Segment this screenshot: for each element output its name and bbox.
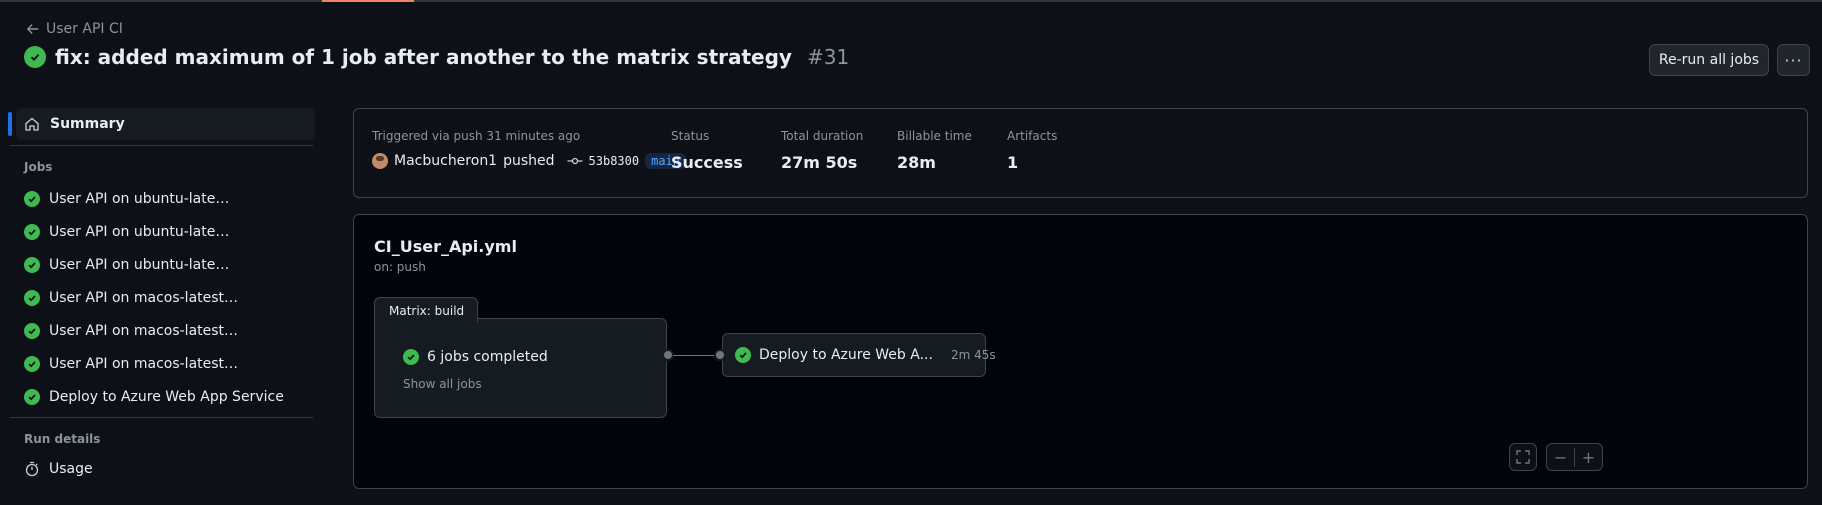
sidebar-job-item[interactable]: User API on macos-latest using Node.js 1… bbox=[10, 281, 313, 314]
success-check-icon bbox=[403, 349, 419, 365]
duration-value: 27m 50s bbox=[781, 153, 858, 172]
run-number: #31 bbox=[806, 45, 850, 69]
sidebar-summary-label: Summary bbox=[50, 116, 125, 132]
success-check-icon bbox=[24, 223, 40, 240]
more-options-button[interactable]: ··· bbox=[1777, 44, 1810, 76]
deploy-job-node[interactable]: Deploy to Azure Web A... 2m 45s bbox=[722, 333, 996, 377]
sidebar: Summary Jobs User API on ubuntu-latest u… bbox=[8, 108, 315, 485]
billable-info: Billable time 28m bbox=[897, 129, 972, 172]
sidebar-job-item[interactable]: User API on ubuntu-latest using Node.js … bbox=[10, 248, 313, 281]
run-details-heading: Run details bbox=[24, 432, 101, 446]
sidebar-job-label: User API on ubuntu-latest using Node.js … bbox=[49, 223, 233, 240]
sidebar-job-label: User API on ubuntu-latest using Node.js … bbox=[49, 256, 233, 273]
arrow-left-icon bbox=[26, 24, 39, 34]
sidebar-job-item[interactable]: User API on macos-latest using Node.js 1… bbox=[10, 347, 313, 380]
avatar[interactable] bbox=[372, 153, 388, 169]
zoom-controls: − + bbox=[1546, 443, 1603, 471]
status-info: Status Success bbox=[671, 129, 743, 172]
matrix-tab: Matrix: build bbox=[374, 297, 478, 323]
trigger-info: Triggered via push 31 minutes ago Macbuc… bbox=[372, 129, 687, 169]
show-all-jobs-link[interactable]: Show all jobs bbox=[403, 377, 482, 391]
stopwatch-icon bbox=[25, 461, 39, 476]
push-action: pushed bbox=[503, 153, 555, 169]
sidebar-item-usage[interactable]: Usage bbox=[10, 452, 313, 485]
deploy-job-label: Deploy to Azure Web A... bbox=[759, 347, 933, 363]
sidebar-job-label: User API on macos-latest using Node.js 1… bbox=[49, 355, 239, 372]
sidebar-job-item[interactable]: Deploy to Azure Web App Service bbox=[10, 380, 313, 413]
jobs-heading: Jobs bbox=[24, 160, 53, 174]
deploy-job-duration: 2m 45s bbox=[950, 348, 996, 362]
fullscreen-button[interactable] bbox=[1509, 443, 1537, 471]
sidebar-job-label: Deploy to Azure Web App Service bbox=[49, 388, 284, 405]
artifacts-label: Artifacts bbox=[1007, 129, 1058, 143]
artifacts-info: Artifacts 1 bbox=[1007, 129, 1057, 172]
sidebar-divider bbox=[10, 417, 313, 418]
top-accent bbox=[322, 0, 414, 2]
matrix-job-group[interactable]: 6 jobs completed Show all jobs bbox=[374, 318, 667, 418]
page-title: fix: added maximum of 1 job after anothe… bbox=[55, 45, 792, 69]
duration-info: Total duration 27m 50s bbox=[781, 129, 863, 172]
success-check-icon bbox=[24, 322, 40, 339]
back-link[interactable]: User API CI bbox=[26, 21, 123, 37]
matrix-status-label: 6 jobs completed bbox=[427, 349, 548, 365]
status-value: Success bbox=[671, 153, 743, 172]
sidebar-job-label: User API on macos-latest using Node.js 1… bbox=[49, 322, 239, 339]
sidebar-job-item[interactable]: User API on ubuntu-latest using Node.js … bbox=[10, 215, 313, 248]
page-title-row: fix: added maximum of 1 job after anothe… bbox=[24, 45, 849, 69]
billable-value: 28m bbox=[897, 153, 936, 172]
sidebar-job-label: User API on macos-latest using Node.js 1… bbox=[49, 289, 239, 306]
success-check-icon bbox=[735, 347, 751, 363]
sidebar-divider bbox=[10, 145, 313, 146]
rerun-all-jobs-button[interactable]: Re-run all jobs bbox=[1649, 44, 1769, 76]
workflow-trigger: on: push bbox=[374, 260, 426, 274]
sidebar-item-summary[interactable]: Summary bbox=[8, 108, 315, 140]
trigger-label: Triggered via push 31 minutes ago bbox=[372, 129, 581, 143]
success-check-icon bbox=[24, 355, 40, 372]
actor-name[interactable]: Macbucheron1 bbox=[394, 153, 497, 169]
success-check-icon bbox=[24, 46, 46, 68]
workflow-file-name[interactable]: CI_User_Api.yml bbox=[374, 237, 517, 256]
graph-node-connector-in bbox=[714, 349, 726, 361]
duration-label: Total duration bbox=[781, 129, 864, 143]
sidebar-job-item[interactable]: User API on ubuntu-latest using Node.js … bbox=[10, 182, 313, 215]
home-icon bbox=[25, 117, 39, 131]
commit-sha-link[interactable]: 53b8300 bbox=[589, 154, 640, 168]
workflow-graph-card: CI_User_Api.yml on: push Matrix: build 6… bbox=[353, 214, 1808, 489]
fullscreen-icon bbox=[1516, 450, 1530, 464]
artifacts-value[interactable]: 1 bbox=[1007, 153, 1057, 172]
success-check-icon bbox=[24, 256, 40, 273]
billable-label: Billable time bbox=[897, 129, 972, 143]
sidebar-job-item[interactable]: User API on macos-latest using Node.js 1… bbox=[10, 314, 313, 347]
status-label: Status bbox=[671, 129, 710, 143]
success-check-icon bbox=[24, 388, 40, 405]
zoom-out-button[interactable]: − bbox=[1547, 447, 1575, 467]
zoom-in-button[interactable]: + bbox=[1575, 448, 1602, 467]
top-border bbox=[0, 0, 1822, 2]
success-check-icon bbox=[24, 289, 40, 306]
back-link-label: User API CI bbox=[46, 21, 123, 37]
success-check-icon bbox=[24, 190, 40, 207]
usage-label: Usage bbox=[49, 460, 93, 477]
commit-icon bbox=[567, 157, 583, 165]
run-summary-card: Triggered via push 31 minutes ago Macbuc… bbox=[353, 108, 1808, 198]
sidebar-job-label: User API on ubuntu-latest using Node.js … bbox=[49, 190, 233, 207]
